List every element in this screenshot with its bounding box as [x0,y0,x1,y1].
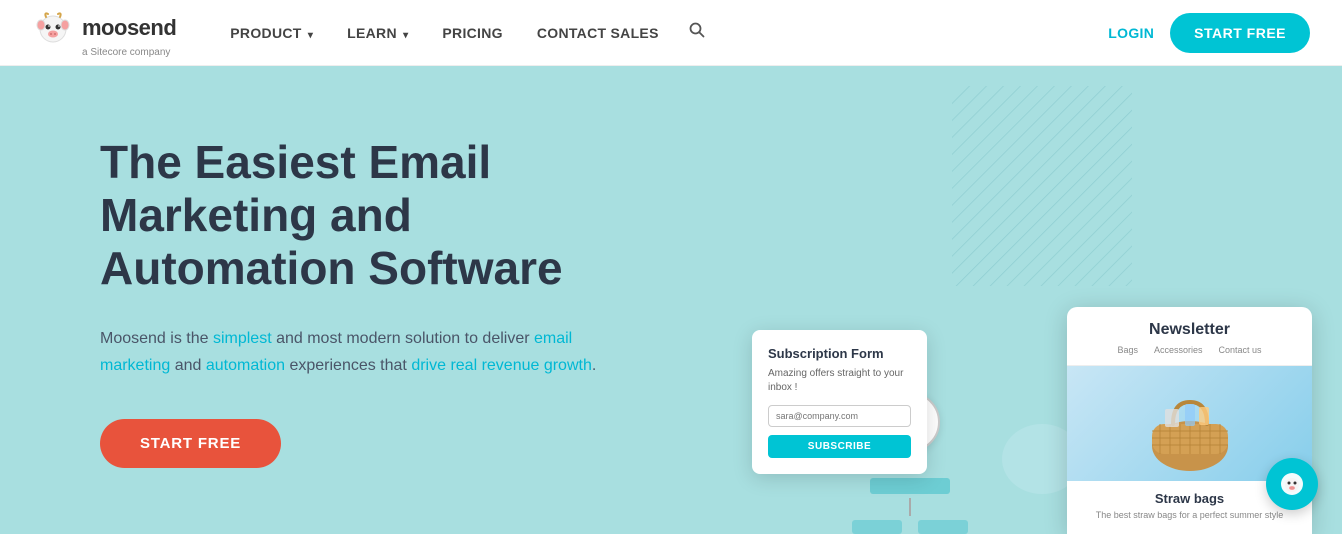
hero-desc-highlight4: drive real revenue growth [411,357,592,374]
subscription-form-card: Subscription Form Amazing offers straigh… [752,330,927,474]
hero-desc-before: Moosend is the [100,330,213,347]
sub-form-title: Subscription Form [768,346,911,361]
sub-form-email-input[interactable] [768,405,911,427]
sub-form-description: Amazing offers straight to your inbox ! [768,367,911,395]
hero-right: Subscription Form Amazing offers straigh… [722,66,1342,534]
nav-product[interactable]: PRODUCT ▾ [216,17,327,49]
logo-area: moosend a Sitecore company [32,7,176,58]
hero-desc-mid3: experiences that [285,357,411,374]
start-free-nav-button[interactable]: START FREE [1170,13,1310,53]
bg-pattern [952,86,1132,286]
product-description: The best straw bags for a perfect summer… [1081,510,1298,520]
hero-desc-mid1: and most modern solution to deliver [272,330,534,347]
newsletter-tabs: Bags Accessories Contact us [1083,345,1296,355]
nav-learn[interactable]: LEARN ▾ [333,17,422,49]
logo-icon [32,7,74,49]
newsletter-header: Newsletter Bags Accessories Contact us [1067,307,1312,366]
sitecore-label: a Sitecore company [82,47,170,58]
hero-left: The Easiest Email Marketing and Automati… [100,126,660,468]
flow-split [852,520,968,534]
hero-section: The Easiest Email Marketing and Automati… [0,66,1342,534]
nav-links: PRODUCT ▾ LEARN ▾ PRICING CONTACT SALES [216,14,1108,51]
flow-box-split-right [918,520,968,534]
hero-description: Moosend is the simplest and most modern … [100,325,600,379]
learn-arrow: ▾ [403,30,408,41]
flow-box-1 [870,478,950,494]
hero-desc-highlight3: automation [206,357,285,374]
newsletter-tab-contact[interactable]: Contact us [1219,345,1262,355]
flow-box-split-left [852,520,902,534]
chat-bubble[interactable] [1266,458,1318,510]
newsletter-title: Newsletter [1083,321,1296,339]
navbar: moosend a Sitecore company PRODUCT ▾ LEA… [0,0,1342,66]
nav-pricing[interactable]: PRICING [428,17,516,49]
newsletter-tab-accessories[interactable]: Accessories [1154,345,1203,355]
hero-desc-after: . [592,357,596,374]
subscribe-button[interactable]: SUBSCRIBE [768,435,911,458]
logo-text: moosend [82,15,176,41]
hero-title: The Easiest Email Marketing and Automati… [100,136,660,295]
hero-desc-mid2: and [170,357,206,374]
nav-contact-sales[interactable]: CONTACT SALES [523,17,673,49]
straw-bag-svg [1135,374,1245,474]
product-arrow: ▾ [308,30,313,41]
hero-desc-highlight1: simplest [213,330,272,347]
product-name: Straw bags [1081,491,1298,506]
newsletter-tab-bags[interactable]: Bags [1117,345,1138,355]
search-icon[interactable] [679,14,715,51]
login-button[interactable]: LOGIN [1108,25,1154,41]
chat-icon [1279,471,1305,497]
flow-connector-2 [909,498,911,516]
nav-right: LOGIN START FREE [1108,13,1310,53]
start-free-hero-button[interactable]: START FREE [100,419,281,468]
